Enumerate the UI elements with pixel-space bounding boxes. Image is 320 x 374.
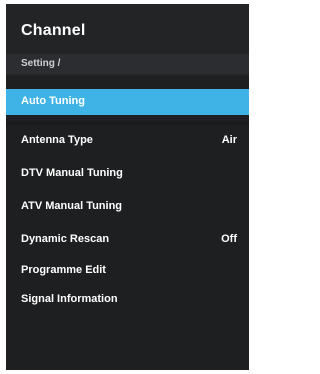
channel-menu-screen: Channel Setting / Auto Tuning Antenna Ty…: [6, 4, 249, 370]
menu-item-signal-information[interactable]: Signal Information: [6, 287, 249, 313]
antenna-type-value: Air: [221, 134, 237, 146]
menu-item-label: DTV Manual Tuning: [21, 167, 123, 179]
breadcrumb: Setting /: [6, 54, 249, 74]
menu-item-label: ATV Manual Tuning: [21, 200, 123, 212]
menu-item-dynamic-rescan[interactable]: Dynamic Rescan Off: [6, 227, 249, 253]
menu-item-programme-edit[interactable]: Programme Edit: [6, 258, 249, 284]
menu-divider: [6, 121, 249, 125]
menu-item-label: Signal Information: [21, 293, 118, 305]
menu-item-label: Antenna Type: [21, 134, 93, 146]
menu-item-atv-manual-tuning[interactable]: ATV Manual Tuning: [6, 194, 249, 220]
menu-item-auto-tuning[interactable]: Auto Tuning: [6, 89, 249, 115]
page-title: Channel: [21, 22, 86, 39]
menu-item-label: Dynamic Rescan: [21, 233, 110, 245]
menu-header: Channel Setting /: [6, 4, 249, 76]
dynamic-rescan-value: Off: [221, 233, 237, 245]
breadcrumb-text: Setting /: [21, 58, 61, 69]
menu-item-dtv-manual-tuning[interactable]: DTV Manual Tuning: [6, 161, 249, 187]
menu-item-antenna-type[interactable]: Antenna Type Air: [6, 128, 249, 154]
menu-item-label: Programme Edit: [21, 264, 106, 276]
menu-item-label: Auto Tuning: [21, 95, 85, 107]
